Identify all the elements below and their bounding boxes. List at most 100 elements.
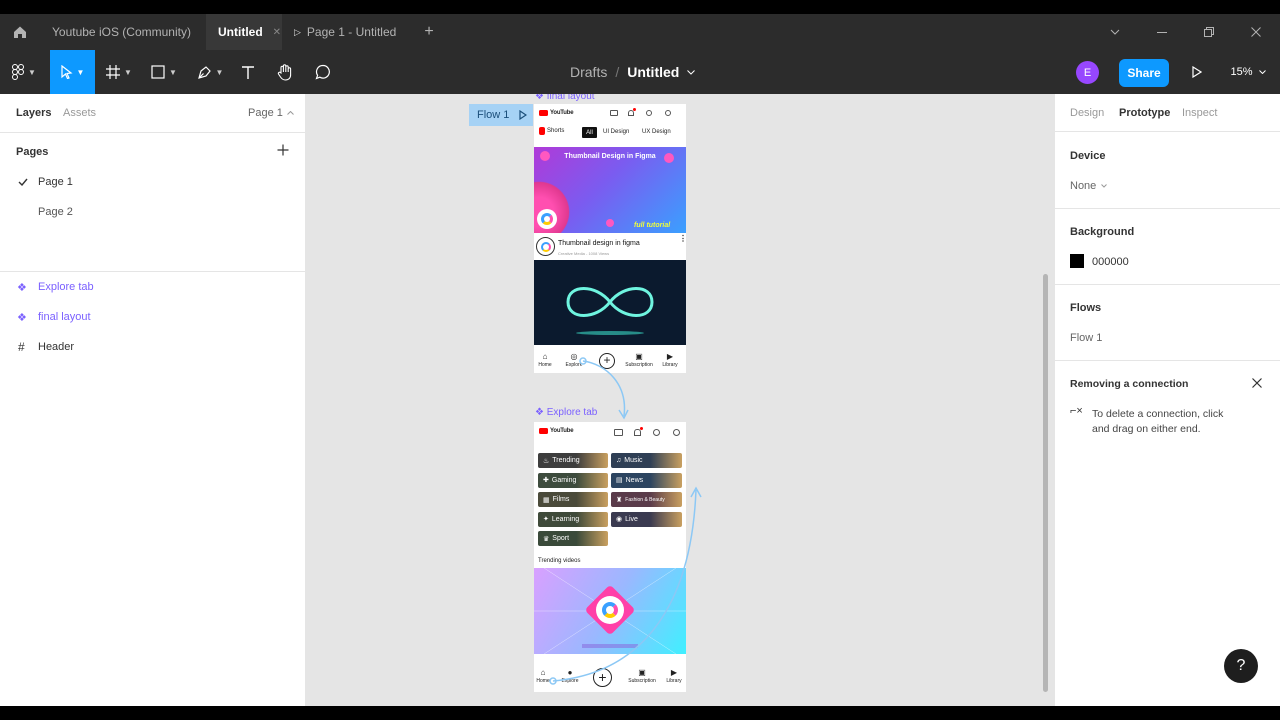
figma-app: Youtube iOS (Community) Untitled ✕ ▷ Pag… (0, 0, 1280, 720)
panel-tabs: Design Prototype Inspect (1055, 94, 1280, 132)
device-select[interactable]: None (1070, 180, 1108, 192)
close-window-button[interactable] (1241, 14, 1271, 50)
device-value: None (1070, 180, 1097, 192)
tab-prototype-page[interactable]: ▷ Page 1 - Untitled (282, 14, 412, 50)
tab-inspect[interactable]: Inspect (1182, 107, 1217, 119)
hand-tool[interactable] (270, 50, 300, 94)
background-hex-input[interactable]: 000000 (1092, 256, 1129, 268)
present-button[interactable] (1185, 50, 1209, 94)
canvas[interactable]: Flow 1 ❖ final layout ❖ Explore tab YouT… (306, 94, 1054, 706)
connection-explore-to-explore-tab[interactable] (579, 357, 629, 420)
restore-icon (1204, 27, 1214, 37)
pen-icon (197, 65, 211, 79)
flow-item[interactable]: Flow 1 (1070, 332, 1102, 344)
background-swatch[interactable] (1070, 254, 1084, 268)
device-label: Device (1070, 150, 1106, 162)
text-tool[interactable] (234, 50, 262, 94)
layer-explore-tab[interactable]: ❖ Explore tab (0, 277, 306, 297)
add-page-button[interactable] (277, 144, 291, 158)
toolbar: ▼ ▼ ▼ ▼ ▼ Drafts / Untitled E Share 15% (0, 50, 1280, 94)
avatar[interactable]: E (1076, 61, 1099, 84)
layer-label: Header (38, 341, 75, 353)
tab-untitled[interactable]: Untitled ✕ (206, 14, 282, 50)
shape-tool[interactable]: ▼ (144, 50, 184, 94)
close-tab-icon[interactable]: ✕ (273, 27, 281, 38)
layer-label: final layout (38, 311, 91, 323)
zoom-control[interactable]: 15% (1226, 50, 1270, 94)
tab-youtube-ios[interactable]: Youtube iOS (Community) (40, 14, 206, 50)
flows-section: Flows Flow 1 (1055, 285, 1280, 361)
layer-label: Explore tab (38, 281, 94, 293)
help-button[interactable]: ? (1224, 649, 1258, 683)
chevron-down-icon: ▼ (28, 67, 36, 77)
pen-tool[interactable]: ▼ (190, 50, 230, 94)
left-panel: Layers Assets Page 1 Pages Page 1 Page 2… (0, 94, 306, 706)
restore-button[interactable] (1194, 14, 1224, 50)
chevron-down-icon (1110, 29, 1120, 35)
home-button[interactable] (0, 14, 40, 50)
plus-icon: + (424, 23, 434, 40)
page-label: Page 2 (38, 206, 73, 218)
disconnect-icon: ⌐× (1070, 405, 1083, 417)
main-menu-button[interactable]: ▼ (2, 50, 46, 94)
breadcrumb: Drafts / Untitled (570, 50, 696, 94)
zoom-level: 15% (1230, 66, 1253, 78)
layer-header[interactable]: # Header (0, 337, 306, 357)
chevron-down-icon: ▼ (124, 67, 132, 77)
page-selector[interactable]: Page 1 (248, 107, 294, 119)
tabs-dropdown-button[interactable] (1100, 14, 1130, 50)
minimize-button[interactable] (1147, 14, 1177, 50)
play-icon (1192, 66, 1202, 78)
chevron-down-icon (1258, 70, 1266, 74)
frame-tool[interactable]: ▼ (100, 50, 138, 94)
page-selector-label: Page 1 (248, 107, 283, 119)
comment-tool[interactable] (308, 50, 338, 94)
chevron-down-icon[interactable] (687, 69, 696, 75)
page-item-1[interactable]: Page 1 (0, 172, 306, 192)
chevron-down-icon: ▼ (215, 67, 224, 77)
new-tab-button[interactable]: + (414, 14, 444, 50)
frame-icon: # (18, 340, 25, 354)
avatar-initial: E (1083, 66, 1092, 79)
pages-heading: Pages (16, 146, 49, 158)
chevron-down-icon (1101, 184, 1108, 188)
share-label: Share (1127, 66, 1161, 80)
tab-assets[interactable]: Assets (63, 107, 96, 119)
close-icon[interactable] (1252, 378, 1262, 388)
tab-design[interactable]: Design (1070, 107, 1104, 119)
chevron-up-icon (287, 111, 294, 115)
vertical-scrollbar[interactable] (1043, 274, 1048, 692)
tab-label: Untitled (218, 25, 263, 39)
plus-icon (277, 144, 289, 156)
tab-prototype[interactable]: Prototype (1119, 107, 1170, 119)
check-icon (18, 178, 28, 186)
comment-icon (315, 64, 330, 80)
close-icon (1251, 27, 1261, 37)
chevron-down-icon: ▼ (76, 67, 85, 77)
layer-final-layout[interactable]: ❖ final layout (0, 307, 306, 327)
hint-section: Removing a connection ⌐× To delete a con… (1055, 361, 1280, 441)
text-icon (242, 65, 254, 79)
divider (0, 132, 306, 133)
help-icon: ? (1236, 657, 1246, 674)
tab-label: Youtube iOS (Community) (52, 25, 191, 39)
breadcrumb-separator: / (615, 64, 620, 80)
page-item-2[interactable]: Page 2 (0, 202, 306, 222)
tab-bar: Youtube iOS (Community) Untitled ✕ ▷ Pag… (0, 14, 1280, 50)
rectangle-icon (151, 65, 165, 79)
component-icon: ❖ (17, 311, 27, 324)
tab-layers[interactable]: Layers (16, 107, 51, 119)
minimize-icon (1157, 31, 1167, 33)
file-name[interactable]: Untitled (627, 64, 679, 80)
share-button[interactable]: Share (1119, 59, 1169, 87)
breadcrumb-drafts[interactable]: Drafts (570, 64, 607, 80)
page-label: Page 1 (38, 176, 73, 188)
hint-text: To delete a connection, click and drag o… (1092, 408, 1224, 435)
flows-label: Flows (1070, 302, 1102, 314)
move-tool[interactable]: ▼ (50, 50, 95, 94)
figma-logo-icon (12, 64, 25, 80)
connection-explore-tab-back[interactable] (549, 486, 702, 685)
hand-icon (277, 63, 292, 81)
device-section: Device None (1055, 132, 1280, 209)
home-icon (14, 26, 26, 38)
